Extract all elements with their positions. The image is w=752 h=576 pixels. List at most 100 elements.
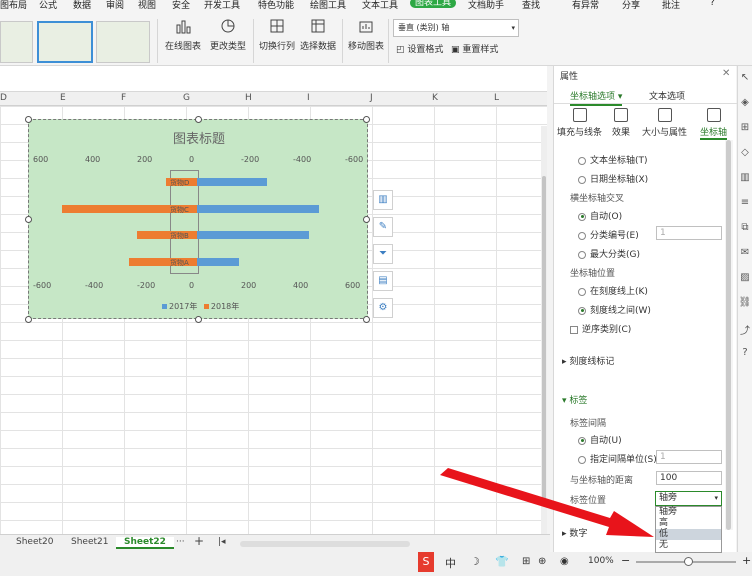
menu-item-formula[interactable]: 公式 (39, 0, 57, 11)
vertical-scrollbar[interactable] (541, 126, 547, 534)
chart-title[interactable]: 图表标题 (29, 128, 369, 147)
column-header[interactable]: J (370, 93, 373, 103)
link-icon[interactable]: ⛓ (738, 297, 752, 322)
menu-item-features[interactable]: 特色功能 (258, 0, 294, 11)
resize-handle[interactable] (195, 116, 202, 123)
chart-element-select[interactable]: 垂直 (类别) 轴 ▾ (393, 19, 519, 37)
option-none[interactable]: 无 (656, 540, 721, 551)
pointer-icon[interactable]: ↖ (738, 72, 752, 97)
bar-2017[interactable] (197, 178, 268, 186)
chart-style-icon[interactable]: ✎ (373, 217, 393, 237)
number-section[interactable]: ▸ 数字 (562, 526, 587, 539)
auto-cross-radio[interactable]: 自动(O) (578, 209, 622, 222)
label-position-select[interactable]: 轴旁 ▾ (655, 491, 722, 506)
spreadsheet-grid[interactable]: D E F G H I J K L 图表标题 2017年 2018年 600 40… (0, 66, 547, 534)
text-axis-radio[interactable]: 文本坐标轴(T) (578, 153, 648, 166)
sheet-tab[interactable]: Sheet21 (71, 537, 108, 547)
horizontal-scrollbar[interactable] (240, 541, 410, 547)
interval-unit-radio[interactable]: 指定间隔单位(S) (578, 452, 657, 465)
moon-icon[interactable]: ☽ (470, 555, 480, 568)
switch-row-col-button[interactable]: 切换行列 (258, 17, 296, 52)
shapes-icon[interactable]: ◇ (738, 147, 752, 172)
chart[interactable]: 图表标题 2017年 2018年 600 400 200 0 -200 -400 -600 -… (25, 116, 370, 323)
column-header[interactable]: H (245, 93, 252, 103)
set-format-button[interactable]: ◰ 设置格式 (396, 42, 443, 55)
auto-interval-radio[interactable]: 自动(U) (578, 433, 622, 446)
resize-handle[interactable] (195, 316, 202, 323)
eye-icon[interactable]: ◉ (560, 556, 569, 567)
more-sheets-icon[interactable]: ··· (176, 537, 185, 547)
axis-tab[interactable]: 坐标轴 (700, 108, 728, 140)
chart-filter-icon[interactable]: ⏷ (373, 244, 393, 264)
menu-item-find[interactable]: 查找 (522, 0, 540, 11)
between-tick-radio[interactable]: 刻度线之间(W) (578, 303, 651, 316)
column-header[interactable]: F (121, 93, 126, 103)
chart-settings-icon[interactable]: ⚙ (373, 298, 393, 318)
table-icon[interactable]: ⊞ (738, 122, 752, 147)
tab-text-options[interactable]: 文本选项 (649, 89, 685, 102)
page-view-icon[interactable]: ⊕ (538, 556, 546, 567)
date-axis-radio[interactable]: 日期坐标轴(X) (578, 172, 648, 185)
shirt-icon[interactable]: 👕 (495, 555, 509, 568)
online-chart-button[interactable]: 在线图表 (162, 17, 204, 52)
column-header[interactable]: I (307, 93, 310, 103)
menu-item-chart-tools[interactable]: 图表工具 (410, 0, 457, 8)
menu-item-draw-tools[interactable]: 绘图工具 (310, 0, 346, 11)
grid-view-icon[interactable]: ⊞ (522, 556, 530, 567)
chart-style-thumb-3[interactable] (96, 21, 150, 63)
column-header[interactable]: G (183, 93, 190, 103)
zoom-in-icon[interactable]: + (742, 554, 751, 567)
interval-unit-input[interactable]: 1 (656, 450, 722, 464)
menu-item-help[interactable]: ? (710, 0, 715, 8)
image-icon[interactable]: ▨ (738, 272, 752, 297)
menu-item-security[interactable]: 安全 (172, 0, 190, 11)
menu-item-errors[interactable]: 有异常 (572, 0, 599, 11)
sheet-tab[interactable]: Sheet20 (16, 537, 53, 547)
copy-icon[interactable]: ⧉ (738, 222, 752, 247)
panel-scrollbar[interactable] (725, 140, 733, 530)
sheet-tab-active[interactable]: Sheet22 (116, 537, 174, 549)
menu-item-data[interactable]: 数据 (73, 0, 91, 11)
share-icon[interactable]: ⤴ (738, 322, 752, 347)
chart-style-thumb-2[interactable] (37, 21, 93, 63)
fill-line-tab[interactable]: 填充与线条 (557, 108, 602, 138)
column-header[interactable]: L (494, 93, 499, 103)
add-sheet-icon[interactable]: + (194, 534, 204, 548)
resize-handle[interactable] (25, 116, 32, 123)
resize-handle[interactable] (25, 216, 32, 223)
menu-item-share[interactable]: 分享 (622, 0, 640, 11)
zoom-out-icon[interactable]: − (621, 554, 630, 567)
option-next-to-axis[interactable]: 轴旁 (656, 507, 721, 518)
zoom-slider-thumb[interactable] (684, 557, 693, 566)
bar-2017[interactable] (197, 258, 239, 266)
tickmarks-section[interactable]: ▸ 刻度线标记 (562, 354, 614, 367)
option-low[interactable]: 低 (656, 529, 721, 540)
scroll-left-icon[interactable]: |◂ (218, 537, 226, 547)
chart-legend[interactable]: 2017年 2018年 (162, 301, 239, 312)
mail-icon[interactable]: ✉ (738, 247, 752, 272)
max-category-radio[interactable]: 最大分类(G) (578, 247, 640, 260)
menu-item-dev-tools[interactable]: 开发工具 (204, 0, 240, 11)
select-data-button[interactable]: 选择数据 (299, 17, 337, 52)
column-header[interactable]: D (0, 93, 7, 103)
column-header[interactable]: K (432, 93, 438, 103)
resize-handle[interactable] (363, 216, 370, 223)
chart-elements-icon[interactable]: ▥ (373, 190, 393, 210)
resize-handle[interactable] (363, 316, 370, 323)
style-icon[interactable]: ◈ (738, 97, 752, 122)
chart-icon[interactable]: ▥ (738, 172, 752, 197)
move-chart-button[interactable]: 移动图表 (347, 17, 385, 52)
resize-handle[interactable] (363, 116, 370, 123)
category-number-input[interactable]: 1 (656, 226, 722, 240)
bar-2017[interactable] (197, 231, 309, 239)
close-icon[interactable]: ✕ (722, 68, 730, 79)
menu-item-view[interactable]: 视图 (138, 0, 156, 11)
reverse-category-checkbox[interactable]: 逆序类别(C) (570, 322, 631, 335)
chart-style-thumb-1[interactable] (0, 21, 33, 63)
menu-item-comment[interactable]: 批注 (662, 0, 680, 11)
ime-logo-icon[interactable]: S (418, 552, 434, 572)
menu-item-text-tools[interactable]: 文本工具 (362, 0, 398, 11)
column-header[interactable]: E (60, 93, 66, 103)
menu-item-doc-assistant[interactable]: 文档助手 (468, 0, 504, 11)
effect-tab[interactable]: 效果 (612, 108, 630, 138)
